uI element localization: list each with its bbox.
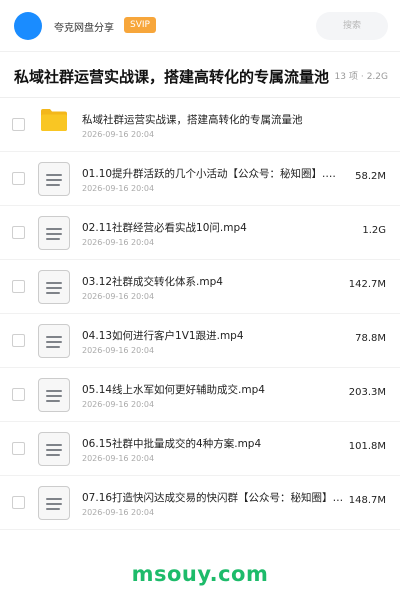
- file-size: 148.7M: [348, 495, 386, 506]
- file-name[interactable]: 02.11社群经营必看实战10问.mp4: [82, 220, 344, 235]
- select-checkbox[interactable]: [12, 334, 25, 347]
- doc-line: [46, 282, 62, 284]
- file-size: 101.8M: [348, 441, 386, 452]
- file-row[interactable]: 05.14线上水军如何更好辅助成交.mp4 2026-09-16 20:04 203…: [0, 368, 400, 422]
- share-meta: 13 项 · 2.2G: [335, 69, 389, 82]
- doc-line: [46, 508, 60, 510]
- doc-line: [46, 449, 62, 451]
- file-name[interactable]: 03.12社群成交转化体系.mp4: [82, 274, 344, 289]
- file-row[interactable]: 01.10提升群活跃的几个小活动【公众号：秘知圈】.mp4 2026-09-16 …: [0, 152, 400, 206]
- file-size: 78.8M: [355, 333, 386, 344]
- search-input[interactable]: 搜索: [316, 12, 388, 40]
- file-size: 58.2M: [355, 171, 386, 182]
- file-date: 2026-09-16 20:04: [82, 130, 155, 139]
- folder-row[interactable]: 私域社群运营实战课，搭建高转化的专属流量池 2026-09-16 20:04: [0, 98, 400, 152]
- file-row[interactable]: 06.15社群中批量成交的4种方案.mp4 2026-09-16 20:04 101…: [0, 422, 400, 476]
- page-title: 私域社群运营实战课，搭建高转化的专属流量池: [14, 68, 330, 86]
- video-file-icon: [38, 378, 70, 412]
- file-date: 2026-09-16 20:04: [82, 292, 155, 301]
- doc-line: [46, 498, 62, 500]
- file-row[interactable]: 07.16打造快闪达成交易的快闪群【公众号：秘知圈】.mp4 2026-09-16…: [0, 476, 400, 530]
- select-checkbox[interactable]: [12, 172, 25, 185]
- avatar[interactable]: [14, 12, 42, 40]
- select-checkbox[interactable]: [12, 118, 25, 131]
- select-checkbox[interactable]: [12, 388, 25, 401]
- doc-line: [46, 444, 62, 446]
- doc-line: [46, 287, 62, 289]
- file-date: 2026-09-16 20:04: [82, 184, 155, 193]
- doc-line: [46, 454, 60, 456]
- doc-line: [46, 184, 60, 186]
- video-file-icon: [38, 162, 70, 196]
- video-file-icon: [38, 432, 70, 466]
- select-checkbox[interactable]: [12, 280, 25, 293]
- file-name[interactable]: 04.13如何进行客户1V1跟进.mp4: [82, 328, 344, 343]
- doc-line: [46, 233, 62, 235]
- doc-line: [46, 292, 60, 294]
- doc-line: [46, 174, 62, 176]
- meta-separator: ·: [360, 72, 364, 82]
- watermark: msouy.com: [131, 562, 269, 586]
- doc-line: [46, 341, 62, 343]
- item-count: 13 项: [334, 72, 358, 82]
- doc-line: [46, 395, 62, 397]
- file-name[interactable]: 07.16打造快闪达成交易的快闪群【公众号：秘知圈】.mp4: [82, 490, 344, 505]
- file-name[interactable]: 01.10提升群活跃的几个小活动【公众号：秘知圈】.mp4: [82, 166, 344, 181]
- doc-line: [46, 238, 60, 240]
- file-row[interactable]: 04.13如何进行客户1V1跟进.mp4 2026-09-16 20:04 78.8…: [0, 314, 400, 368]
- doc-line: [46, 346, 60, 348]
- video-file-icon: [38, 270, 70, 304]
- file-name[interactable]: 私域社群运营实战课，搭建高转化的专属流量池: [82, 112, 382, 127]
- file-list: 私域社群运营实战课，搭建高转化的专属流量池 2026-09-16 20:04 01.…: [0, 98, 400, 530]
- folder-icon: [41, 109, 67, 131]
- file-size: 142.7M: [348, 279, 386, 290]
- file-date: 2026-09-16 20:04: [82, 508, 155, 517]
- owner-name[interactable]: 夸克网盘分享: [54, 19, 114, 34]
- select-checkbox[interactable]: [12, 496, 25, 509]
- file-name[interactable]: 05.14线上水军如何更好辅助成交.mp4: [82, 382, 344, 397]
- file-row[interactable]: 02.11社群经营必看实战10问.mp4 2026-09-16 20:04 1.2G: [0, 206, 400, 260]
- doc-line: [46, 400, 60, 402]
- file-name[interactable]: 06.15社群中批量成交的4种方案.mp4: [82, 436, 344, 451]
- file-date: 2026-09-16 20:04: [82, 346, 155, 355]
- select-checkbox[interactable]: [12, 226, 25, 239]
- file-date: 2026-09-16 20:04: [82, 238, 155, 247]
- select-checkbox[interactable]: [12, 442, 25, 455]
- file-size: 1.2G: [362, 225, 386, 236]
- video-file-icon: [38, 324, 70, 358]
- video-file-icon: [38, 216, 70, 250]
- doc-line: [46, 390, 62, 392]
- total-size: 2.2G: [366, 72, 388, 82]
- file-row[interactable]: 03.12社群成交转化体系.mp4 2026-09-16 20:04 142.7M: [0, 260, 400, 314]
- doc-line: [46, 228, 62, 230]
- video-file-icon: [38, 486, 70, 520]
- file-date: 2026-09-16 20:04: [82, 400, 155, 409]
- doc-line: [46, 179, 62, 181]
- svip-badge: SVIP: [124, 17, 156, 33]
- share-title-bar: 私域社群运营实战课，搭建高转化的专属流量池 13 项 · 2.2G: [0, 52, 400, 98]
- file-date: 2026-09-16 20:04: [82, 454, 155, 463]
- doc-line: [46, 503, 62, 505]
- file-size: 203.3M: [348, 387, 386, 398]
- share-header: 夸克网盘分享 SVIP 搜索: [0, 0, 400, 52]
- doc-line: [46, 336, 62, 338]
